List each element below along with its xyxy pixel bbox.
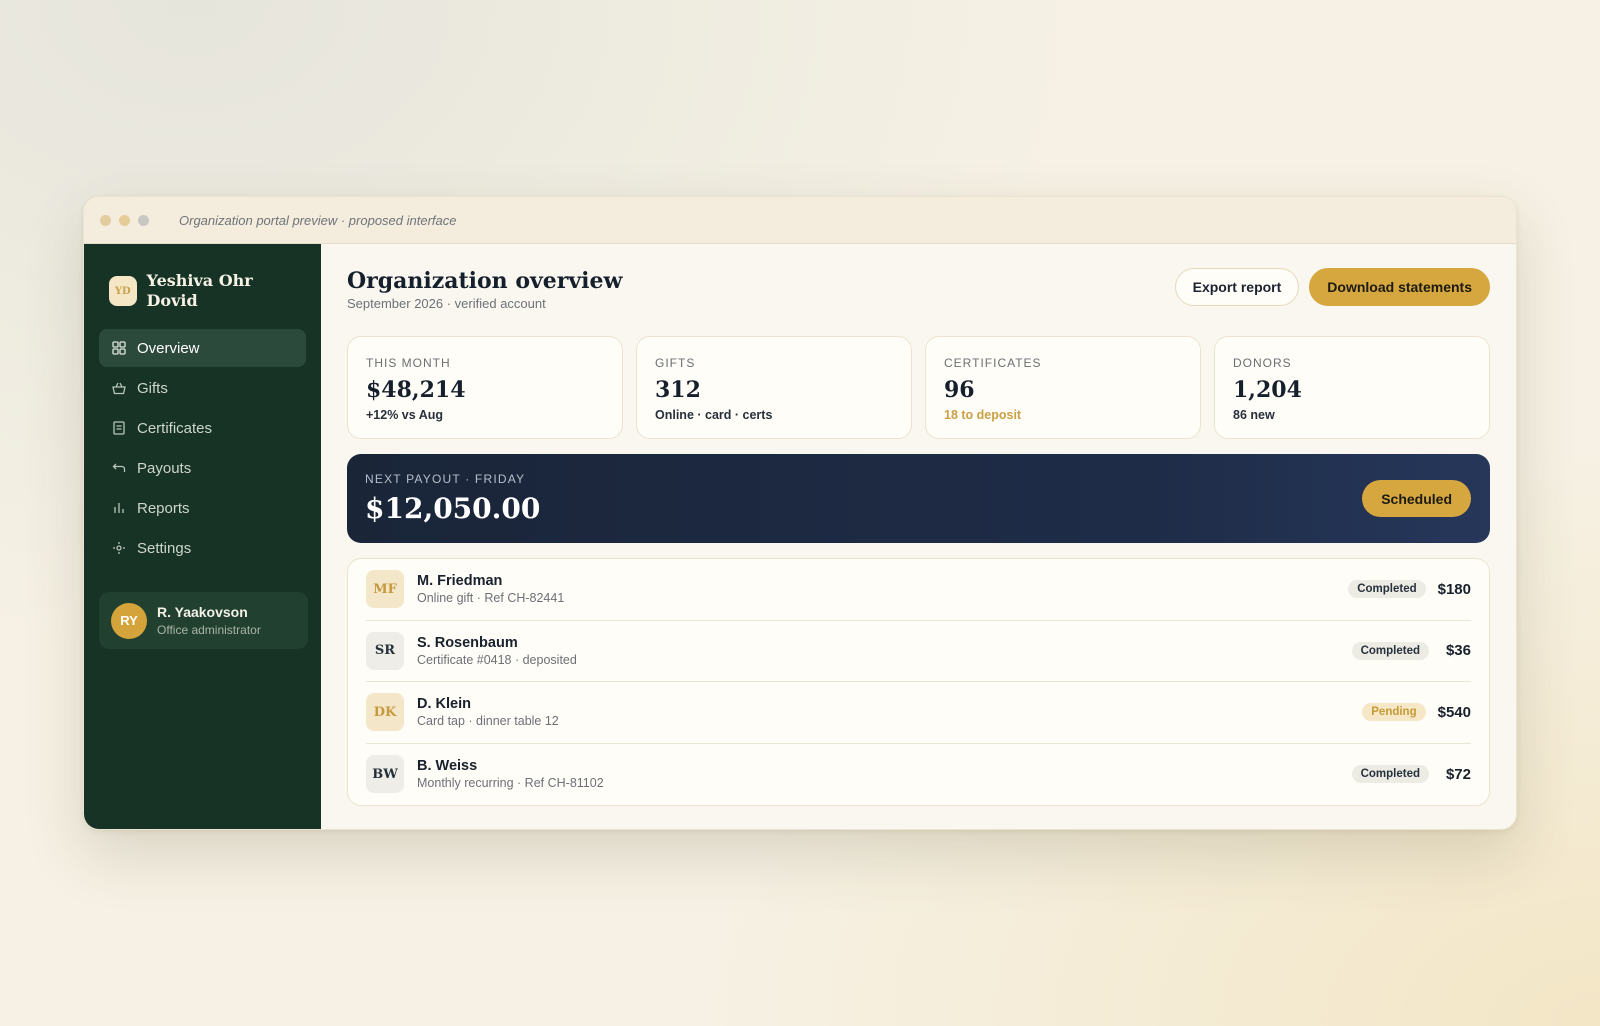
stat-note: 18 to deposit (944, 408, 1022, 422)
stat-note: 86 new (1233, 408, 1275, 422)
sidebar-item-label: Settings (137, 539, 192, 557)
user-name: R. Yaakovson (157, 604, 248, 620)
sidebar-item-certificates[interactable]: Certificates (99, 409, 306, 447)
transaction-detail: Card tap · dinner table 12 (417, 714, 559, 729)
bar-chart-icon (112, 501, 126, 515)
main-content: Organization overview September 2026 · v… (321, 244, 1516, 829)
stat-label: GIFTS (655, 356, 696, 370)
return-arrow-icon (112, 461, 126, 475)
sidebar-item-label: Reports (137, 499, 190, 517)
stat-card-gifts: GIFTS 312 Online · card · certs (636, 336, 912, 439)
list-item[interactable]: MF M. Friedman Online gift · Ref CH-8244… (366, 559, 1471, 621)
sidebar-item-overview[interactable]: Overview (99, 329, 306, 367)
page-title: Organization overview (347, 268, 623, 294)
avatar: RY (111, 602, 147, 639)
sidebar-item-settings[interactable]: Settings (99, 529, 306, 567)
next-payout-banner: NEXT PAYOUT · FRIDAY $12,050.00 Schedule… (347, 454, 1490, 543)
sidebar-item-gifts[interactable]: Gifts (99, 369, 306, 407)
org-header: YD Yeshiva Ohr Dovid (99, 268, 306, 329)
page-header: Organization overview September 2026 · v… (347, 268, 1490, 336)
avatar: MF (366, 570, 404, 609)
settings-icon (112, 541, 126, 555)
sidebar-item-payouts[interactable]: Payouts (99, 449, 306, 487)
stat-label: CERTIFICATES (944, 356, 1042, 370)
transaction-amount: $72 (1445, 765, 1471, 783)
org-logo: YD (109, 276, 137, 306)
transaction-amount: $180 (1437, 580, 1471, 598)
page-subtitle: September 2026 · verified account (347, 296, 546, 311)
window-caption: Organization portal preview · proposed i… (179, 212, 457, 228)
stat-note: +12% vs Aug (366, 408, 444, 422)
basket-icon (112, 381, 126, 395)
payout-label: NEXT PAYOUT · FRIDAY (365, 472, 526, 486)
app-window: Organization portal preview · proposed i… (83, 196, 1517, 830)
list-item[interactable]: SR S. Rosenbaum Certificate #0418 · depo… (366, 621, 1471, 682)
status-badge: Completed (1351, 641, 1429, 660)
transaction-detail: Certificate #0418 · deposited (417, 652, 577, 667)
avatar: SR (366, 631, 404, 670)
stat-value: 1,204 (1233, 377, 1302, 403)
donor-name: M. Friedman (417, 573, 503, 590)
download-statements-button[interactable]: Download statements (1309, 268, 1490, 306)
donor-name: D. Klein (417, 696, 471, 713)
org-name: Yeshiva Ohr Dovid (146, 271, 253, 310)
status-badge: Completed (1348, 580, 1426, 599)
stat-value: 312 (655, 377, 701, 403)
donor-name: S. Rosenbaum (417, 634, 518, 651)
window-minimize-dot[interactable] (119, 214, 130, 226)
transaction-detail: Monthly recurring · Ref CH-81102 (417, 776, 604, 791)
user-role: Office administrator (157, 623, 261, 637)
status-badge: Completed (1351, 765, 1429, 784)
stat-card-donors: DONORS 1,204 86 new (1214, 336, 1490, 439)
list-item[interactable]: BW B. Weiss Monthly recurring · Ref CH-8… (366, 744, 1471, 806)
transaction-detail: Online gift · Ref CH-82441 (417, 591, 565, 606)
stat-card-this-month: THIS MONTH $48,214 +12% vs Aug (347, 336, 623, 439)
user-card[interactable]: RY R. Yaakovson Office administrator (99, 592, 308, 649)
avatar: BW (366, 755, 404, 794)
sidebar-item-label: Gifts (137, 379, 168, 397)
transaction-amount: $36 (1445, 642, 1471, 660)
document-icon (112, 421, 126, 435)
sidebar-item-reports[interactable]: Reports (99, 489, 306, 527)
status-badge: Pending (1362, 703, 1426, 722)
sidebar-item-label: Certificates (137, 419, 213, 437)
avatar: DK (366, 693, 404, 732)
donor-name: B. Weiss (417, 758, 478, 775)
sidebar-item-label: Payouts (137, 459, 192, 477)
list-item[interactable]: DK D. Klein Card tap · dinner table 12 P… (366, 682, 1471, 744)
window-maximize-dot[interactable] (138, 214, 149, 226)
title-bar: Organization portal preview · proposed i… (84, 197, 1516, 244)
stat-card-certificates: CERTIFICATES 96 18 to deposit (925, 336, 1201, 439)
transaction-amount: $540 (1437, 703, 1471, 721)
payout-status-badge: Scheduled (1362, 480, 1471, 517)
payout-amount: $12,050.00 (365, 492, 541, 525)
sidebar: YD Yeshiva Ohr Dovid Overview Gifts Cert… (84, 244, 321, 829)
stat-label: THIS MONTH (366, 356, 451, 370)
stat-value: $48,214 (366, 377, 466, 403)
grid-icon (112, 341, 126, 355)
stat-note: Online · card · certs (655, 408, 773, 422)
stat-label: DONORS (1233, 356, 1292, 370)
export-report-button[interactable]: Export report (1174, 268, 1300, 306)
stat-value: 96 (944, 377, 975, 403)
transactions-list: MF M. Friedman Online gift · Ref CH-8244… (347, 558, 1490, 806)
sidebar-item-label: Overview (137, 339, 200, 357)
stats-row: THIS MONTH $48,214 +12% vs Aug GIFTS 312… (347, 336, 1490, 439)
window-close-dot[interactable] (100, 214, 111, 226)
